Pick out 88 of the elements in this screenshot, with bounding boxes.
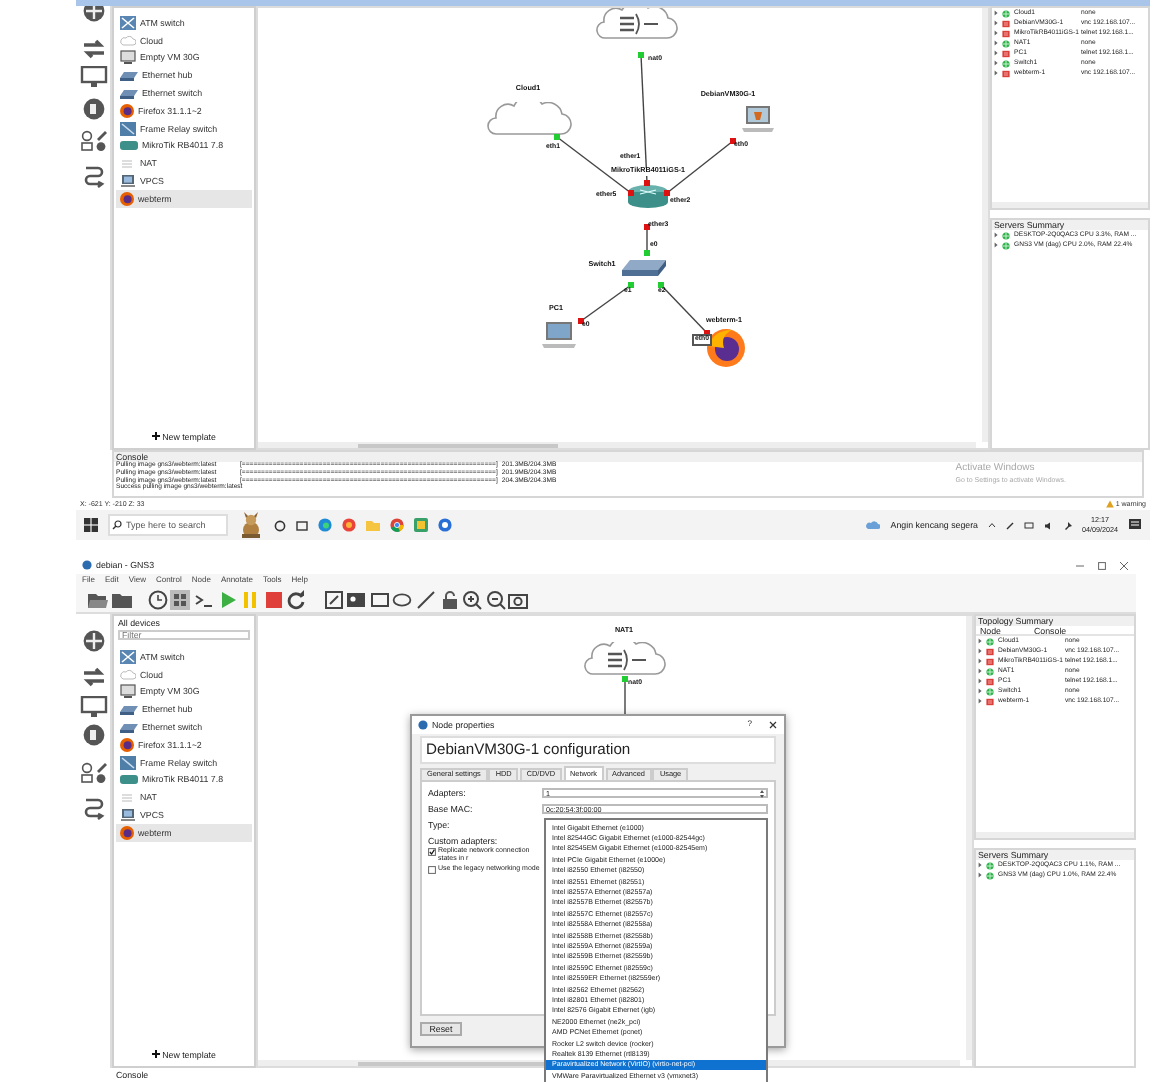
- plus-icon: [152, 432, 161, 441]
- app-icon[interactable]: [342, 518, 356, 532]
- switch-icon: [120, 15, 136, 30]
- monitor-icon: [120, 50, 136, 65]
- switch-icon: [120, 755, 136, 770]
- note-icon[interactable]: [323, 589, 344, 609]
- monitor-icon: [120, 684, 136, 699]
- browser-icon: [120, 737, 134, 752]
- ellipse-icon[interactable]: [392, 589, 413, 609]
- cable-icon: [80, 166, 108, 188]
- browser-icon[interactable]: [438, 518, 452, 532]
- switch-icon: [120, 86, 138, 101]
- rectangle-icon[interactable]: [369, 589, 390, 609]
- link-line: [580, 284, 632, 322]
- clock-icon[interactable]: [147, 589, 168, 609]
- app-icon: [418, 720, 428, 730]
- line-icon[interactable]: [415, 589, 436, 609]
- caret-icon[interactable]: [988, 522, 996, 528]
- router-icon: [120, 772, 138, 787]
- nat-icon: [120, 790, 136, 805]
- switch-icon: [120, 720, 138, 735]
- scrollbar[interactable]: [992, 202, 1148, 208]
- browser-icon[interactable]: [318, 518, 332, 532]
- laptop-icon: [542, 322, 576, 348]
- security-icon: [80, 98, 108, 120]
- spin-arrows-icon: [760, 789, 764, 798]
- cloud-icon: [484, 102, 572, 138]
- browser-icon: [120, 103, 134, 118]
- image-icon[interactable]: [346, 589, 367, 609]
- computer-icon: [120, 808, 136, 823]
- checkbox[interactable]: [428, 865, 436, 874]
- terminal-icon[interactable]: [193, 589, 214, 609]
- router-icon: [628, 184, 668, 208]
- browser-icon: [120, 191, 134, 206]
- computer-icon: [120, 174, 136, 189]
- windows-icon[interactable]: [84, 518, 98, 532]
- scrollbar[interactable]: [966, 616, 972, 1060]
- search-icon: [112, 520, 122, 530]
- switch-icon: [120, 121, 136, 136]
- lock-icon[interactable]: [439, 589, 459, 609]
- zoom-in-icon[interactable]: [462, 589, 483, 609]
- devices-icon: [80, 762, 108, 784]
- grid-icon[interactable]: [170, 589, 191, 609]
- hub-icon: [120, 68, 138, 83]
- close-icon[interactable]: [768, 720, 778, 730]
- router-icon: [80, 630, 108, 652]
- arrows-icon: [80, 38, 108, 60]
- widgets-icon[interactable]: [296, 519, 308, 531]
- task-view-icon[interactable]: [274, 519, 286, 531]
- security-icon: [80, 724, 108, 746]
- close-icon[interactable]: [1120, 561, 1128, 569]
- pin-icon[interactable]: [1064, 521, 1072, 529]
- open-folder-icon[interactable]: [88, 589, 108, 609]
- hub-icon: [120, 702, 138, 717]
- laptop-icon: [742, 106, 774, 132]
- app-icon: [82, 560, 92, 570]
- scrollbar[interactable]: [258, 442, 976, 448]
- maximize-icon[interactable]: [1098, 561, 1106, 569]
- stop-icon[interactable]: [263, 589, 284, 609]
- browser-icon: [120, 825, 134, 840]
- nat-icon: [120, 156, 136, 171]
- switch-icon: [120, 649, 136, 664]
- cloud-icon: [120, 33, 136, 48]
- arrows-icon: [80, 666, 108, 688]
- plus-icon: [152, 1050, 161, 1059]
- devices-icon: [80, 130, 108, 152]
- link-line: [660, 284, 708, 334]
- cable-icon: [80, 798, 108, 820]
- router-icon: [120, 138, 138, 153]
- cloud-icon: [866, 520, 881, 530]
- zoom-out-icon[interactable]: [485, 589, 506, 609]
- network-icon[interactable]: [1024, 521, 1034, 529]
- scrollbar[interactable]: [982, 8, 988, 442]
- checkbox[interactable]: [428, 848, 436, 857]
- pen-icon[interactable]: [1006, 521, 1014, 529]
- scrollbar[interactable]: [976, 832, 1134, 838]
- cloud-icon: [120, 667, 136, 682]
- switch-icon: [622, 258, 666, 276]
- speaker-icon[interactable]: [1044, 521, 1054, 529]
- reload-icon[interactable]: [286, 589, 307, 609]
- browser-icon: [706, 328, 746, 368]
- router-icon: [80, 6, 108, 22]
- type-dropdown-list[interactable]: [544, 818, 768, 1082]
- notification-icon[interactable]: [1128, 518, 1142, 532]
- browser-icon[interactable]: [390, 518, 404, 532]
- nat-cloud-icon: [582, 642, 666, 678]
- camera-icon[interactable]: [508, 589, 529, 609]
- link-line: [646, 226, 648, 254]
